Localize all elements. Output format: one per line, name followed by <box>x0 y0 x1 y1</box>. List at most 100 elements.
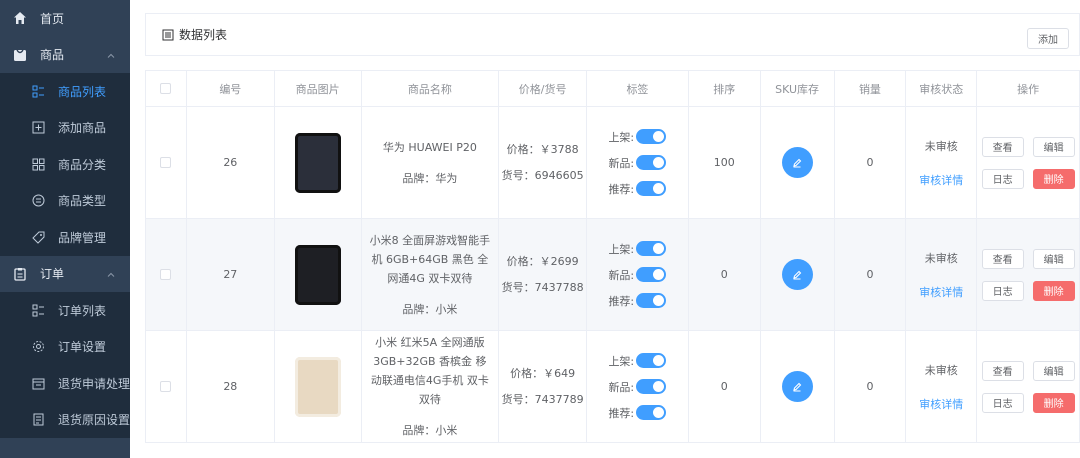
product-id: 27 <box>187 219 275 330</box>
menu-home[interactable]: 首页 <box>0 0 130 37</box>
sort-value: 0 <box>689 331 761 442</box>
new-switch[interactable] <box>636 155 667 170</box>
price-cell: 价格：￥2699 货号：7437788 <box>499 219 588 330</box>
log-button[interactable]: 日志 <box>981 168 1024 189</box>
product-icon <box>12 47 28 63</box>
recommend-switch[interactable] <box>636 181 667 196</box>
sidebar-item-add-product[interactable]: 添加商品 <box>0 109 130 146</box>
sidebar-item-product-list[interactable]: 商品列表 <box>0 73 130 110</box>
pencil-icon <box>793 382 802 391</box>
ops-cell: 查看 编辑 日志 删除 <box>977 107 1079 218</box>
tag-new-label: 新品: <box>608 156 635 170</box>
sidebar-item-return-request[interactable]: 退货申请处理 <box>0 365 130 402</box>
product-price: 价格：￥649 <box>510 366 576 380</box>
menu-product-label: 商品 <box>40 48 65 63</box>
return-request-icon <box>30 375 46 391</box>
tags-cell: 上架: 新品: 推荐: <box>587 219 689 330</box>
edit-button[interactable]: 编辑 <box>1032 360 1075 381</box>
table-row: 28 小米 红米5A 全网通版 3GB+32GB 香槟金 移动联通电信4G手机 … <box>146 331 1079 443</box>
tag-recommend-label: 推荐: <box>608 182 635 196</box>
tag-recommend: 推荐: <box>608 288 667 314</box>
publish-switch[interactable] <box>636 241 667 256</box>
sku-cell <box>761 331 835 442</box>
tag-publish: 上架: <box>608 348 667 374</box>
order-list-icon <box>30 302 46 318</box>
table-row: 27 小米8 全面屏游戏智能手机 6GB+64GB 黑色 全网通4G 双卡双待 … <box>146 219 1079 331</box>
ops-group: 查看 编辑 日志 删除 <box>981 248 1075 301</box>
log-button[interactable]: 日志 <box>981 280 1024 301</box>
category-icon <box>30 156 46 172</box>
tag-recommend: 推荐: <box>608 400 667 426</box>
audit-cell: 未审核 审核详情 <box>906 107 978 218</box>
tag-publish: 上架: <box>608 124 667 150</box>
view-button[interactable]: 查看 <box>981 136 1024 157</box>
sidebar-item-type[interactable]: 商品类型 <box>0 182 130 219</box>
publish-switch[interactable] <box>636 129 667 144</box>
data-list-header: 数据列表 添加 <box>145 13 1080 56</box>
pencil-icon <box>793 270 802 279</box>
edit-sku-button[interactable] <box>781 371 813 402</box>
product-sku-no: 货号：7437789 <box>501 392 584 406</box>
product-name-cell: 华为 HUAWEI P20 品牌：华为 <box>362 107 500 218</box>
edit-sku-button[interactable] <box>781 147 813 178</box>
tag-publish-label: 上架: <box>608 130 635 144</box>
sidebar-item-category[interactable]: 商品分类 <box>0 146 130 183</box>
delete-button[interactable]: 删除 <box>1032 168 1075 189</box>
menu-product[interactable]: 商品 <box>0 36 130 73</box>
select-all-checkbox[interactable] <box>160 83 172 94</box>
product-name: 华为 HUAWEI P20 <box>382 140 477 154</box>
tag-new: 新品: <box>608 150 667 176</box>
sidebar-item-label: 商品列表 <box>58 84 107 99</box>
view-button[interactable]: 查看 <box>981 248 1024 269</box>
sidebar-item-label: 商品类型 <box>58 194 107 209</box>
sidebar-item-order-list[interactable]: 订单列表 <box>0 292 130 329</box>
header-name: 商品名称 <box>362 71 500 106</box>
product-image-cell <box>275 219 362 330</box>
sidebar-item-return-reason[interactable]: 退货原因设置 <box>0 401 130 438</box>
audit-cell: 未审核 审核详情 <box>906 219 978 330</box>
recommend-switch[interactable] <box>636 293 667 308</box>
sidebar-item-brand[interactable]: 品牌管理 <box>0 219 130 256</box>
row-checkbox[interactable] <box>160 269 172 280</box>
tag-new: 新品: <box>608 262 667 288</box>
sidebar-item-label: 退货申请处理 <box>58 376 131 391</box>
row-checkbox-cell <box>146 219 187 330</box>
view-button[interactable]: 查看 <box>981 360 1024 381</box>
menu-order[interactable]: 订单 <box>0 255 130 292</box>
main-content: 数据列表 添加 编号 商品图片 商品名称 价格/货号 标签 排序 SKU库存 销… <box>130 0 1080 458</box>
row-checkbox[interactable] <box>160 157 172 168</box>
sku-cell <box>761 219 835 330</box>
product-name: 小米8 全面屏游戏智能手机 6GB+64GB 黑色 全网通4G 双卡双待 <box>369 233 491 285</box>
edit-button[interactable]: 编辑 <box>1032 248 1075 269</box>
audit-detail-link[interactable]: 审核详情 <box>919 284 963 300</box>
sidebar-item-order-settings[interactable]: 订单设置 <box>0 328 130 365</box>
new-switch[interactable] <box>636 267 667 282</box>
delete-button[interactable]: 删除 <box>1032 280 1075 301</box>
row-checkbox[interactable] <box>160 381 172 392</box>
tags-cell: 上架: 新品: 推荐: <box>587 331 689 442</box>
header-audit: 审核状态 <box>906 71 978 106</box>
header-sort: 排序 <box>689 71 761 106</box>
sales-value: 0 <box>835 219 907 330</box>
product-name: 小米 红米5A 全网通版 3GB+32GB 香槟金 移动联通电信4G手机 双卡双… <box>370 336 489 406</box>
delete-button[interactable]: 删除 <box>1032 392 1075 413</box>
audit-detail-link[interactable]: 审核详情 <box>919 396 963 412</box>
new-switch[interactable] <box>636 379 667 394</box>
recommend-switch[interactable] <box>636 405 667 420</box>
add-button[interactable]: 添加 <box>1027 28 1069 49</box>
publish-switch[interactable] <box>636 353 667 368</box>
tag-recommend-label: 推荐: <box>608 294 635 308</box>
menu-order-label: 订单 <box>40 267 65 282</box>
edit-sku-button[interactable] <box>781 259 813 290</box>
header-sku: SKU库存 <box>761 71 835 106</box>
tag-new-label: 新品: <box>608 268 635 282</box>
log-button[interactable]: 日志 <box>981 392 1024 413</box>
header-id: 编号 <box>187 71 275 106</box>
type-icon <box>30 193 46 209</box>
product-brand: 品牌：华为 <box>402 171 458 185</box>
audit-detail-link[interactable]: 审核详情 <box>919 172 963 188</box>
edit-button[interactable]: 编辑 <box>1032 136 1075 157</box>
product-image-cell <box>275 331 362 442</box>
header-price: 价格/货号 <box>499 71 588 106</box>
product-id: 28 <box>187 331 275 442</box>
